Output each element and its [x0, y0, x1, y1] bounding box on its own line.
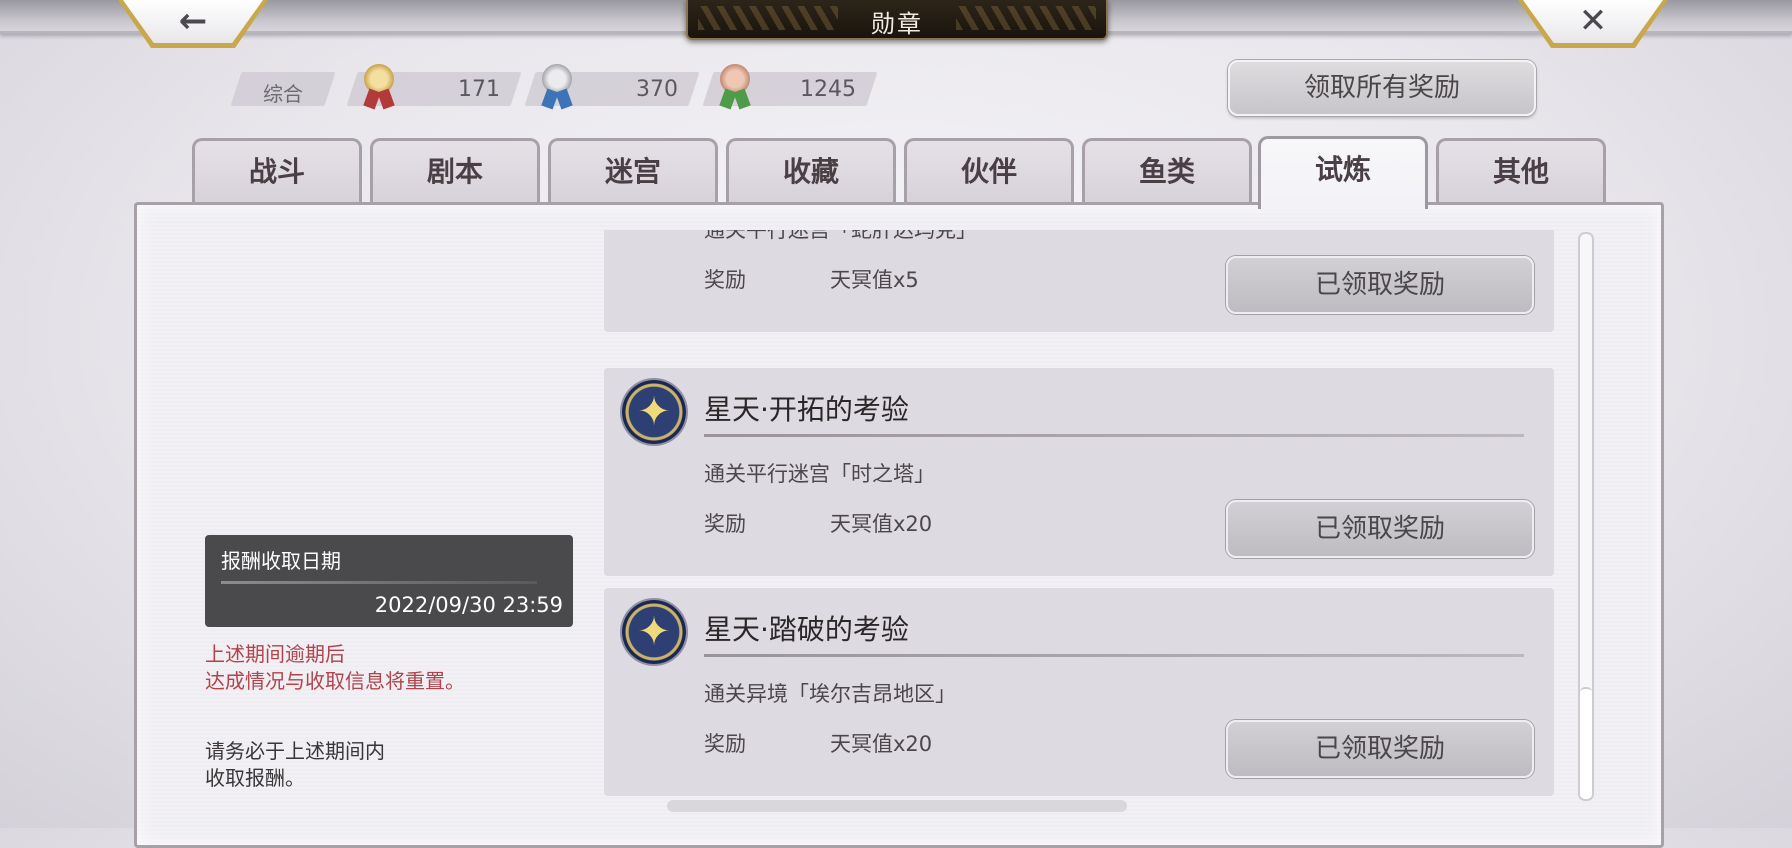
tab-companion[interactable]: 伙伴 [904, 138, 1074, 207]
reward-value: 天冥值x5 [830, 268, 919, 292]
achievement-description: 通关平行迷宫「蛇肝达玛克」 [704, 230, 977, 242]
reward-period-header: 报酬收取日期 [221, 549, 341, 573]
achievement-title: 星天·开拓的考验 [704, 393, 909, 426]
reward-label: 奖励 [704, 512, 746, 536]
star-medal-icon: ✦ [622, 380, 686, 444]
back-button[interactable]: ← [118, 0, 268, 48]
title-plate: 勋章 [686, 0, 1108, 40]
close-icon: ✕ [1578, 1, 1608, 41]
achievement-title: 星天·踏破的考验 [704, 613, 909, 646]
reward-period-box: 报酬收取日期 2022/09/30 23:59 [205, 535, 573, 627]
stat-silver: 370 [524, 64, 700, 110]
tab-battle[interactable]: 战斗 [192, 138, 362, 207]
reward-value: 天冥值x20 [830, 732, 933, 756]
back-arrow-icon: ← [178, 1, 208, 41]
page-title: 勋章 [871, 10, 923, 38]
stat-overall-label: 综合 [263, 82, 303, 106]
gold-count: 171 [458, 77, 500, 102]
achievement-description: 通关异境「埃尔吉昂地区」 [704, 682, 956, 706]
bronze-medal-icon [716, 64, 754, 114]
bronze-count: 1245 [800, 77, 856, 102]
star-medal-icon: ✦ [622, 600, 686, 664]
claimed-reward-button[interactable]: 已领取奖励 [1226, 500, 1534, 558]
tab-dungeon[interactable]: 迷宫 [548, 138, 718, 207]
tab-fish[interactable]: 鱼类 [1082, 138, 1252, 207]
reward-label: 奖励 [704, 732, 746, 756]
claimed-reward-button[interactable]: 已领取奖励 [1226, 256, 1534, 314]
close-button[interactable]: ✕ [1518, 0, 1668, 48]
stat-overall: 综合 [230, 72, 336, 106]
reward-period-date: 2022/09/30 23:59 [374, 593, 563, 617]
reward-label: 奖励 [704, 268, 746, 292]
tab-trial[interactable]: 试炼 [1258, 136, 1428, 209]
achievement-card: ✦ 星天·开拓的考验 通关平行迷宫「时之塔」 奖励 天冥值x20 已领取奖励 [604, 368, 1554, 576]
stat-bronze: 1245 [702, 64, 878, 110]
reset-warning: 上述期间逾期后 达成情况与收取信息将重置。 [205, 642, 465, 693]
achievement-card: ✦ 星天·踏破的考验 通关异境「埃尔吉昂地区」 奖励 天冥值x20 已领取奖励 [604, 588, 1554, 796]
silver-medal-icon [538, 64, 576, 114]
tab-collection[interactable]: 收藏 [726, 138, 896, 207]
vertical-scrollbar[interactable] [1578, 232, 1594, 801]
horizontal-scrollbar[interactable] [667, 800, 1127, 812]
stat-gold: 171 [346, 64, 522, 110]
tab-story[interactable]: 剧本 [370, 138, 540, 207]
claimed-reward-button[interactable]: 已领取奖励 [1226, 720, 1534, 778]
gold-medal-icon [360, 64, 398, 114]
claim-all-rewards-button[interactable]: 领取所有奖励 [1228, 60, 1536, 116]
scrollbar-thumb[interactable] [1580, 687, 1592, 799]
achievement-description: 通关平行迷宫「时之塔」 [704, 462, 935, 486]
reward-value: 天冥值x20 [830, 512, 933, 536]
achievement-card: 通关平行迷宫「蛇肝达玛克」 奖励 天冥值x5 已领取奖励 [604, 230, 1554, 332]
tab-other[interactable]: 其他 [1436, 138, 1606, 207]
silver-count: 370 [636, 77, 678, 102]
claim-reminder: 请务必于上述期间内 收取报酬。 [205, 739, 385, 790]
achievement-list[interactable]: 通关平行迷宫「蛇肝达玛克」 奖励 天冥值x5 已领取奖励 ✦ 星天·开拓的考验 … [604, 230, 1554, 800]
